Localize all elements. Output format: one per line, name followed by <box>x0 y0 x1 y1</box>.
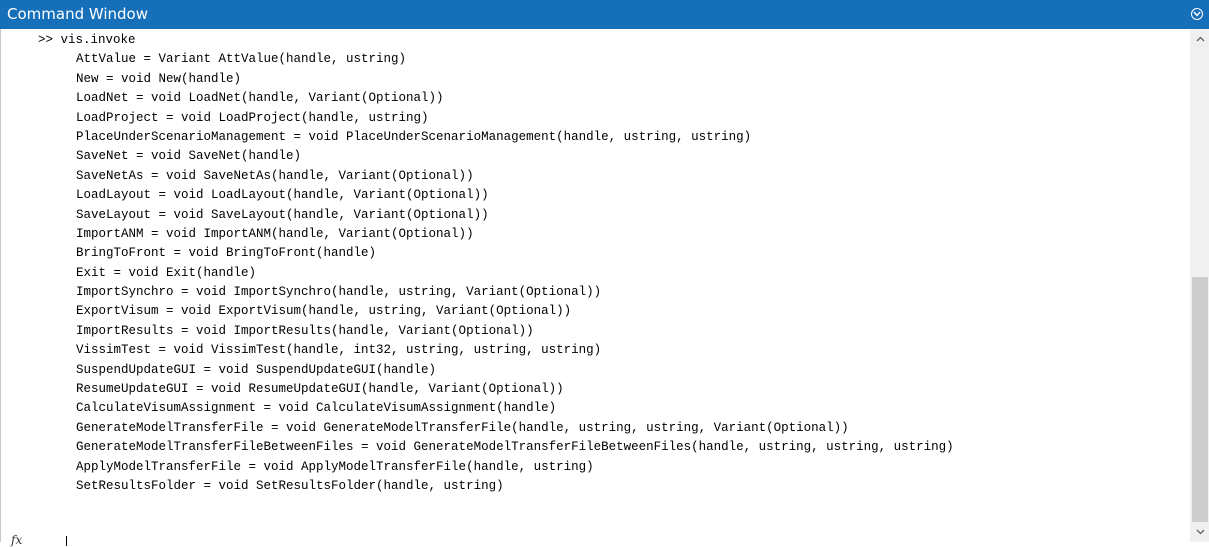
output-line: ApplyModelTransferFile = void ApplyModel… <box>76 459 594 474</box>
output-line: Exit = void Exit(handle) <box>76 265 257 280</box>
output-line: New = void New(handle) <box>76 71 242 86</box>
output-line: SaveNet = void SaveNet(handle) <box>76 149 302 164</box>
command-line: >> vis.invoke <box>1 31 1189 50</box>
output-line: LoadProject = void LoadProject(handle, u… <box>76 110 429 125</box>
output-line: ImportSynchro = void ImportSynchro(handl… <box>76 285 602 300</box>
command-window-titlebar: Command Window <box>0 0 1209 29</box>
output-line: SetResultsFolder = void SetResultsFolder… <box>76 478 504 493</box>
output-line: ImportResults = void ImportResults(handl… <box>76 323 534 338</box>
window-title: Command Window <box>7 5 149 23</box>
output-line: SaveNetAs = void SaveNetAs(handle, Varia… <box>76 168 474 183</box>
output-line: ImportANM = void ImportANM(handle, Varia… <box>76 226 474 241</box>
output-line: VissimTest = void VissimTest(handle, int… <box>76 343 602 358</box>
output-line: ExportVisum = void ExportVisum(handle, u… <box>76 304 572 319</box>
output-line: SaveLayout = void SaveLayout(handle, Var… <box>76 207 489 222</box>
chevron-up-icon <box>1196 36 1204 42</box>
scroll-up-button[interactable] <box>1190 29 1209 49</box>
scroll-thumb[interactable] <box>1192 277 1208 522</box>
output-line: LoadLayout = void LoadLayout(handle, Var… <box>76 188 489 203</box>
prompt: >> <box>38 33 54 47</box>
output-line: CalculateVisumAssignment = void Calculat… <box>76 401 557 416</box>
vertical-scrollbar[interactable] <box>1190 29 1209 542</box>
chevron-down-icon <box>1193 11 1201 17</box>
output-line: ResumeUpdateGUI = void ResumeUpdateGUI(h… <box>76 382 564 397</box>
output-line: SuspendUpdateGUI = void SuspendUpdateGUI… <box>76 362 437 377</box>
output-line: GenerateModelTransferFile = void Generat… <box>76 420 849 435</box>
scroll-down-button[interactable] <box>1190 522 1209 542</box>
window-actions-menu-button[interactable] <box>1191 8 1203 20</box>
function-browser-icon[interactable]: fx <box>11 533 22 547</box>
command-text: vis.invoke <box>60 33 136 47</box>
output-line: AttValue = Variant AttValue(handle, ustr… <box>76 52 407 67</box>
chevron-down-icon <box>1196 529 1204 535</box>
output-line: BringToFront = void BringToFront(handle) <box>76 246 377 261</box>
output-line: GenerateModelTransferFileBetweenFiles = … <box>76 440 954 455</box>
text-cursor <box>66 536 67 546</box>
output-line: PlaceUnderScenarioManagement = void Plac… <box>76 129 752 144</box>
command-output: >> vis.invoke AttValue = Variant AttValu… <box>1 31 1189 496</box>
output-line: LoadNet = void LoadNet(handle, Variant(O… <box>76 91 444 106</box>
command-window-content[interactable]: >> vis.invoke AttValue = Variant AttValu… <box>0 29 1209 547</box>
